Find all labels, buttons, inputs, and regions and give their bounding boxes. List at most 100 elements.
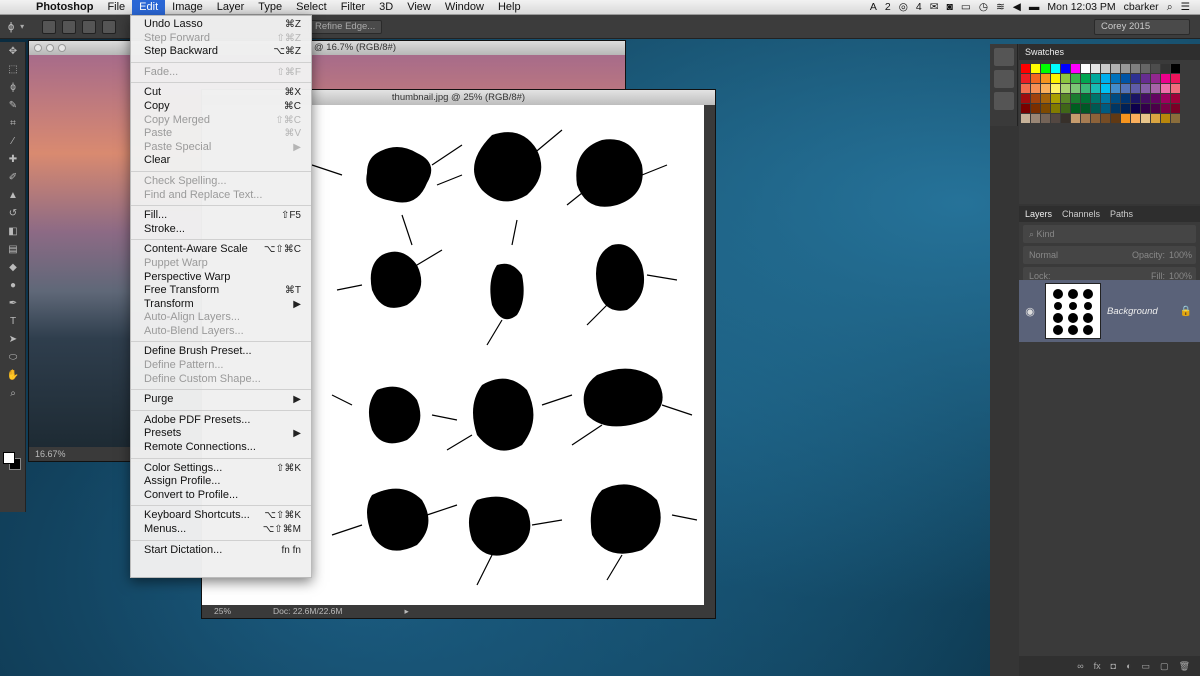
menu-fill[interactable]: Fill... ⇧F5 — [131, 209, 311, 223]
pen-tool-icon[interactable]: ✒ — [3, 295, 23, 312]
status-menu-arrow-icon[interactable]: ▸ — [404, 605, 408, 618]
user-name[interactable]: cbarker — [1124, 1, 1159, 13]
color-swatch[interactable] — [1161, 74, 1170, 83]
layer-filter-kind[interactable]: ⌕ Kind — [1023, 225, 1196, 243]
time-machine-icon[interactable]: ◷ — [979, 1, 988, 13]
menu-undo[interactable]: Undo Lasso ⌘Z — [131, 18, 311, 32]
new-selection-button[interactable] — [42, 19, 57, 34]
menu-select[interactable]: Select — [289, 0, 334, 15]
menu-assign-profile[interactable]: Assign Profile... — [131, 475, 311, 489]
visibility-eye-icon[interactable]: ◉ — [1019, 305, 1041, 318]
shape-tool-icon[interactable]: ⬭ — [3, 349, 23, 366]
menu-keyboard-shortcuts[interactable]: Keyboard Shortcuts... ⌥⇧⌘K — [131, 509, 311, 523]
link-layers-icon[interactable]: ∞ — [1077, 656, 1083, 676]
volume-icon[interactable]: ◀ — [1013, 1, 1021, 13]
color-swatch[interactable] — [1031, 84, 1040, 93]
tab-paths[interactable]: Paths — [1110, 206, 1133, 222]
color-swatch[interactable] — [1121, 94, 1130, 103]
color-swatch[interactable] — [1061, 84, 1070, 93]
layer-name[interactable]: Background — [1107, 306, 1180, 317]
color-swatch[interactable] — [1101, 104, 1110, 113]
intersect-selection-button[interactable] — [102, 19, 117, 34]
color-swatch[interactable] — [1121, 84, 1130, 93]
color-swatch[interactable] — [1021, 104, 1030, 113]
spotlight-icon[interactable]: ⌕ — [1167, 1, 1173, 14]
color-swatch[interactable] — [1141, 114, 1150, 123]
tab-swatches[interactable]: Swatches — [1025, 44, 1064, 60]
document-titlebar-back[interactable]: @ 16.7% (RGB/8#) — [29, 41, 625, 55]
color-swatch[interactable] — [1021, 64, 1030, 73]
hand-tool-icon[interactable]: ✋ — [3, 367, 23, 384]
crop-tool-icon[interactable]: ⌗ — [3, 115, 23, 132]
menu-app-name[interactable]: Photoshop — [30, 1, 100, 13]
color-swatch[interactable] — [1111, 84, 1120, 93]
mail-icon[interactable]: ✉ — [930, 1, 939, 13]
color-swatch[interactable] — [1161, 114, 1170, 123]
minimize-window-button[interactable] — [46, 44, 54, 52]
color-swatch[interactable] — [1041, 64, 1050, 73]
color-swatch[interactable] — [1161, 94, 1170, 103]
color-swatch[interactable] — [1081, 114, 1090, 123]
color-swatch[interactable] — [1081, 64, 1090, 73]
color-swatch[interactable] — [1091, 114, 1100, 123]
refine-edge-button[interactable]: Refine Edge... — [308, 20, 383, 34]
color-swatch[interactable] — [1171, 74, 1180, 83]
color-swatch[interactable] — [1111, 64, 1120, 73]
color-swatch[interactable] — [1091, 104, 1100, 113]
workspace-select[interactable]: Corey 2015 — [1094, 19, 1190, 35]
type-tool-icon[interactable]: T — [3, 313, 23, 330]
color-swatch[interactable] — [1131, 94, 1140, 103]
zoom-window-button[interactable] — [58, 44, 66, 52]
close-window-button[interactable] — [34, 44, 42, 52]
color-swatch[interactable] — [1041, 94, 1050, 103]
color-swatch[interactable] — [1031, 64, 1040, 73]
color-swatch[interactable] — [1031, 94, 1040, 103]
color-swatch[interactable] — [1091, 84, 1100, 93]
menu-layer[interactable]: Layer — [210, 0, 252, 15]
color-swatch[interactable] — [1101, 114, 1110, 123]
zoom-level-back[interactable]: 16.67% — [35, 449, 66, 459]
menu-type[interactable]: Type — [251, 0, 289, 15]
color-swatch[interactable] — [1061, 64, 1070, 73]
tool-preset-dropdown-icon[interactable]: ▾ — [20, 22, 24, 31]
eraser-tool-icon[interactable]: ◧ — [3, 223, 23, 240]
menu-step-backward[interactable]: Step Backward ⌥⌘Z — [131, 45, 311, 59]
color-swatch[interactable] — [1141, 84, 1150, 93]
menu-perspective-warp[interactable]: Perspective Warp — [131, 271, 311, 285]
opacity-value[interactable]: 100% — [1169, 246, 1192, 264]
color-swatch[interactable] — [1051, 84, 1060, 93]
color-swatch[interactable] — [1071, 64, 1080, 73]
color-swatch[interactable] — [1031, 74, 1040, 83]
color-swatch[interactable] — [1131, 74, 1140, 83]
color-swatch[interactable] — [1121, 114, 1130, 123]
color-swatch[interactable] — [1161, 104, 1170, 113]
notification-icon[interactable]: ☰ — [1181, 1, 1190, 13]
new-layer-icon[interactable]: ▢ — [1160, 656, 1169, 676]
lasso-tool-icon[interactable]: ϕ — [3, 79, 23, 96]
color-swatch[interactable] — [1131, 84, 1140, 93]
color-swatch[interactable] — [1091, 94, 1100, 103]
menu-window[interactable]: Window — [438, 0, 491, 15]
color-swatch[interactable] — [1041, 84, 1050, 93]
menu-define-brush[interactable]: Define Brush Preset... — [131, 345, 311, 359]
color-swatch[interactable] — [1121, 74, 1130, 83]
color-swatch[interactable] — [1081, 74, 1090, 83]
color-swatch[interactable] — [1141, 94, 1150, 103]
adjustments-icon[interactable] — [994, 70, 1014, 88]
color-swatch[interactable] — [1061, 104, 1070, 113]
tab-layers[interactable]: Layers — [1025, 206, 1052, 222]
color-swatch[interactable] — [1141, 74, 1150, 83]
menu-copy[interactable]: Copy ⌘C — [131, 100, 311, 114]
color-swatch[interactable] — [1101, 84, 1110, 93]
color-swatch[interactable] — [1071, 84, 1080, 93]
menu-content-aware-scale[interactable]: Content-Aware Scale ⌥⇧⌘C — [131, 243, 311, 257]
color-swatch[interactable] — [1031, 114, 1040, 123]
battery-icon[interactable]: ▬ — [1029, 1, 1040, 13]
menu-cut[interactable]: Cut ⌘X — [131, 86, 311, 100]
menu-start-dictation[interactable]: Start Dictation... fn fn — [131, 544, 311, 558]
color-swatch[interactable] — [1101, 64, 1110, 73]
color-swatch[interactable] — [1041, 74, 1050, 83]
color-swatch[interactable] — [1171, 64, 1180, 73]
color-swatch[interactable] — [1171, 114, 1180, 123]
menu-transform[interactable]: Transform ▶ — [131, 298, 311, 312]
